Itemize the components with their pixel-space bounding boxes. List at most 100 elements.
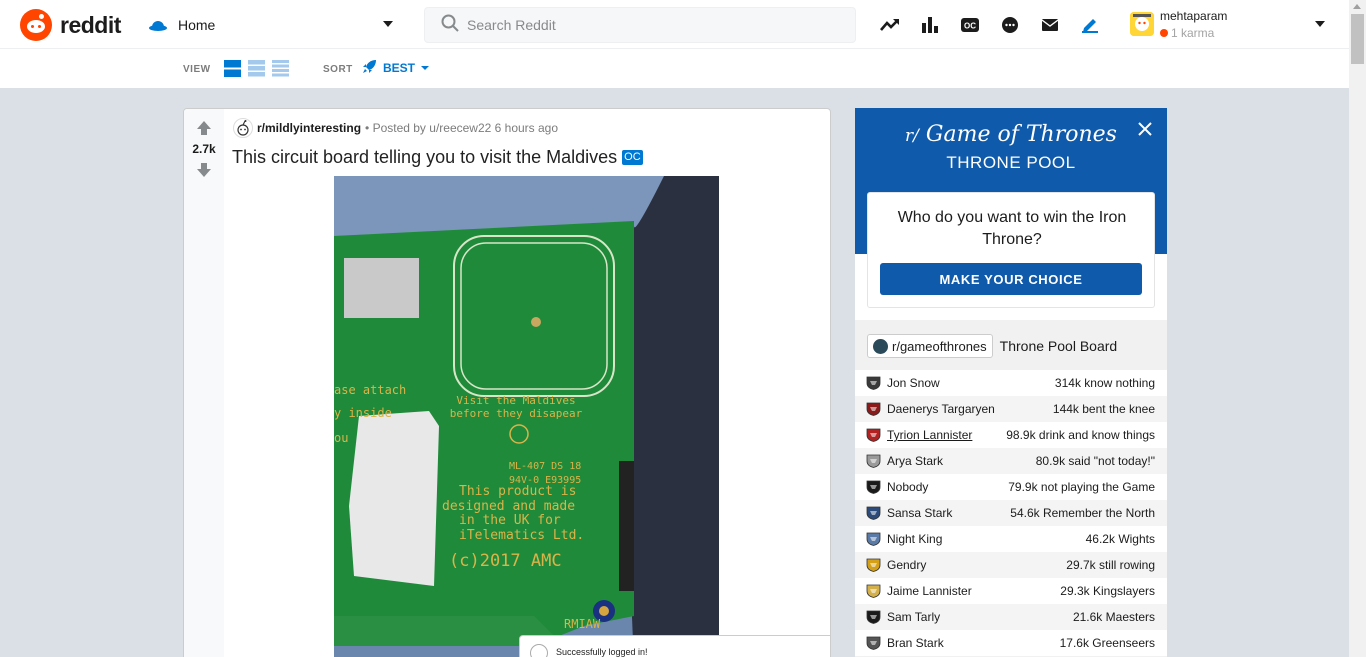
sort-value: BEST [383,61,416,75]
board-row[interactable]: Nobody 79.9k not playing the Game [855,474,1167,500]
board-row[interactable]: Jon Snow 314k know nothing [855,370,1167,396]
scrollbar-thumb[interactable] [1351,14,1364,64]
house-sigil-icon [866,402,881,416]
board-row[interactable]: Sam Tarly 21.6k Maesters [855,604,1167,630]
character-stat: 29.7k still rowing [1066,558,1155,572]
image-text-ml: ML-407 DS 18 [509,461,581,472]
board-row[interactable]: Arya Stark 80.9k said "not today!" [855,448,1167,474]
sort-label: SORT [323,64,353,75]
character-name: Jaime Lannister [887,584,972,598]
character-stat: 144k bent the knee [1052,402,1155,416]
make-your-choice-button[interactable]: MAKE YOUR CHOICE [880,263,1142,295]
character-stat: 46.2k Wights [1085,532,1155,546]
snoo-icon [530,644,548,657]
character-name: Arya Stark [887,454,944,468]
house-sigil-icon [866,454,881,468]
chat-icon[interactable] [998,13,1022,37]
post-image[interactable]: ase attach y inside ou Visit the Maldive… [334,176,719,657]
upvote-icon[interactable] [196,120,212,136]
widget-subtitle: THRONE POOL [946,153,1076,172]
image-text-partial-2: y inside [334,406,392,420]
character-stat: 29.3k Kingslayers [1060,584,1155,598]
sort-dropdown[interactable]: BEST [362,59,430,77]
image-text-product-1: This product is [459,484,576,499]
subreddit-link[interactable]: r/mildlyinteresting [257,121,361,135]
oc-icon[interactable]: OC [958,13,982,37]
scroll-up-arrow-icon[interactable] [1353,4,1361,9]
post-byline: • Posted by u/reecew22 6 hours ago [365,121,559,135]
house-sigil-icon [866,610,881,624]
image-text-copyright: (c)2017 AMC [449,551,562,571]
mail-icon[interactable] [1038,13,1062,37]
throne-pool-board: r/gameofthrones Throne Pool Board Jon Sn… [855,320,1167,657]
image-text-product-4: iTelematics Ltd. [459,528,584,543]
page-scrollbar[interactable] [1349,0,1366,657]
post-title[interactable]: This circuit board telling you to visit … [232,147,643,168]
rocket-icon [362,59,377,77]
compact-view-icon[interactable] [272,60,289,77]
character-stat: 79.9k not playing the Game [1008,480,1155,494]
character-name[interactable]: Tyrion Lannister [887,428,1006,442]
board-row[interactable]: Gendry 29.7k still rowing [855,552,1167,578]
board-row[interactable]: Sansa Stark 54.6k Remember the North [855,500,1167,526]
character-name: Gendry [887,558,927,572]
downvote-icon[interactable] [196,162,212,178]
search-icon [441,14,459,37]
house-sigil-icon [866,532,881,546]
widget-title-prefix: r/ [905,126,919,146]
board-row[interactable]: Daenerys Targaryen 144k bent the knee [855,396,1167,422]
poll-question: Who do you want to win the Iron Throne? [897,209,1127,248]
post-title-text: This circuit board telling you to visit … [232,147,618,167]
character-stat: 17.6k Greenseers [1059,636,1155,650]
search-input[interactable] [467,17,827,33]
login-toast: Successfully logged in! [519,635,830,657]
leaderboard-icon[interactable] [918,13,942,37]
chevron-down-icon [383,21,393,27]
board-row[interactable]: Bran Stark 17.6k Greenseers [855,630,1167,656]
chevron-down-icon [1315,21,1325,27]
trending-icon[interactable] [878,13,902,37]
house-sigil-icon [866,428,881,442]
top-header: reddit Home OC [0,0,1349,49]
poll-card: Who do you want to win the Iron Throne? … [867,192,1155,308]
feed-selector-label: Home [178,17,216,33]
board-rows: Jon Snow 314k know nothing Daenerys Targa… [855,370,1167,656]
character-stat: 80.9k said "not today!" [1035,454,1155,468]
house-sigil-icon [866,636,881,650]
subreddit-pill[interactable]: r/gameofthrones [867,334,993,358]
board-row[interactable]: Jaime Lannister 29.3k Kingslayers [855,578,1167,604]
reddit-logo[interactable]: reddit [20,9,121,41]
karma-icon [1160,29,1168,37]
throne-pool-widget: r/ Game of Thrones THRONE POOL Who do yo… [855,108,1167,657]
feed-selector-dropdown[interactable]: Home [148,11,398,39]
character-name: Sam Tarly [887,610,941,624]
board-row[interactable]: Tyrion Lannister 98.9k drink and know thi… [855,422,1167,448]
card-view-icon[interactable] [224,60,241,77]
close-icon[interactable] [1137,121,1153,137]
house-sigil-icon [866,584,881,598]
chevron-down-icon [421,66,430,70]
character-stat: 21.6k Maesters [1072,610,1155,624]
user-menu-dropdown[interactable]: mehtaparam 1 karma [1130,8,1330,42]
character-name: Bran Stark [887,636,944,650]
board-subreddit: r/gameofthrones [892,338,987,354]
post-card[interactable]: 2.7k r/mildlyinteresting • Posted by u/r… [183,108,831,657]
oc-flair: OC [622,150,643,165]
house-sigil-icon [866,480,881,494]
pencil-icon[interactable] [1078,13,1102,37]
classic-view-icon[interactable] [248,60,265,77]
board-title: Throne Pool Board [999,338,1118,354]
home-icon [148,15,168,35]
subreddit-icon[interactable] [233,118,253,138]
board-row[interactable]: Night King 46.2k Wights [855,526,1167,552]
board-header: r/gameofthrones Throne Pool Board [867,334,1117,358]
karma-count: 1 karma [1160,26,1214,40]
brand-wordmark: reddit [60,11,121,38]
house-sigil-icon [866,506,881,520]
vote-column: 2.7k [184,109,224,657]
character-name: Night King [887,532,943,546]
search-bar[interactable] [424,7,856,43]
username: mehtaparam [1160,9,1228,23]
avatar [1130,12,1154,36]
image-text-partial-1: ase attach [334,383,406,397]
